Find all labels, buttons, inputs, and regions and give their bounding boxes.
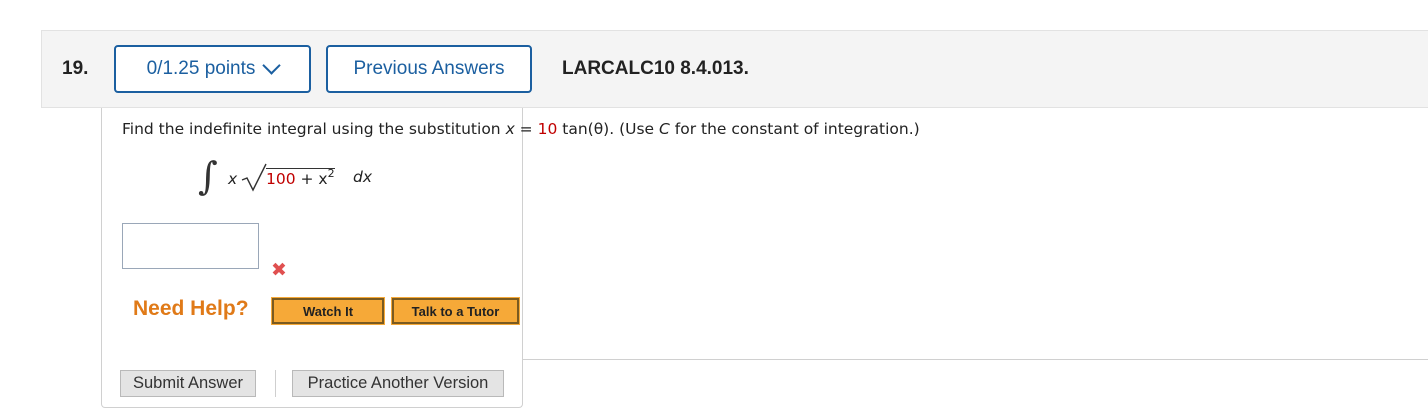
- radicand-rest: + x: [295, 170, 328, 188]
- answer-input[interactable]: [122, 223, 259, 269]
- prompt-coefficient: 10: [537, 120, 558, 138]
- talk-to-tutor-label: Talk to a Tutor: [411, 303, 500, 319]
- integral-sign: ∫: [198, 154, 218, 198]
- question-number: 19.: [62, 58, 89, 79]
- submit-answer-button[interactable]: Submit Answer: [120, 370, 256, 397]
- need-help-label: Need Help?: [133, 297, 249, 320]
- practice-another-version-button[interactable]: Practice Another Version: [292, 370, 504, 397]
- chevron-down-icon: [262, 55, 282, 75]
- radicand-number: 100: [266, 170, 296, 188]
- question-prompt: Find the indefinite integral using the s…: [122, 120, 920, 138]
- watch-it-label: Watch It: [302, 303, 354, 319]
- integrand-x: x: [228, 170, 238, 188]
- radicand-exponent: 2: [327, 167, 335, 180]
- talk-to-tutor-button[interactable]: Talk to a Tutor: [391, 297, 520, 325]
- previous-answers-button[interactable]: Previous Answers: [326, 45, 532, 93]
- points-label: 0/1.25 points: [146, 58, 256, 79]
- question-header: 19. 0/1.25 points Previous Answers LARCA…: [41, 30, 1428, 108]
- prompt-function: tan(θ). (Use: [557, 120, 660, 138]
- watch-it-button[interactable]: Watch It: [271, 297, 385, 325]
- radicand: 100 + x2: [266, 167, 335, 188]
- prompt-variable-x: x: [505, 120, 515, 138]
- button-separator: [275, 370, 276, 397]
- prompt-constant-c: C: [659, 120, 670, 138]
- prompt-equals: =: [514, 120, 538, 138]
- divider: [522, 359, 1428, 360]
- points-dropdown-button[interactable]: 0/1.25 points: [114, 45, 311, 93]
- submit-answer-label: Submit Answer: [132, 374, 244, 392]
- prompt-text-end: for the constant of integration.): [669, 120, 920, 138]
- previous-answers-label: Previous Answers: [353, 58, 505, 79]
- question-code: LARCALC10 8.4.013.: [562, 58, 749, 79]
- practice-another-version-label: Practice Another Version: [307, 374, 489, 392]
- x-mark-icon: ✖: [271, 259, 287, 281]
- differential-dx: dx: [353, 168, 373, 186]
- prompt-text: Find the indefinite integral using the s…: [122, 120, 506, 138]
